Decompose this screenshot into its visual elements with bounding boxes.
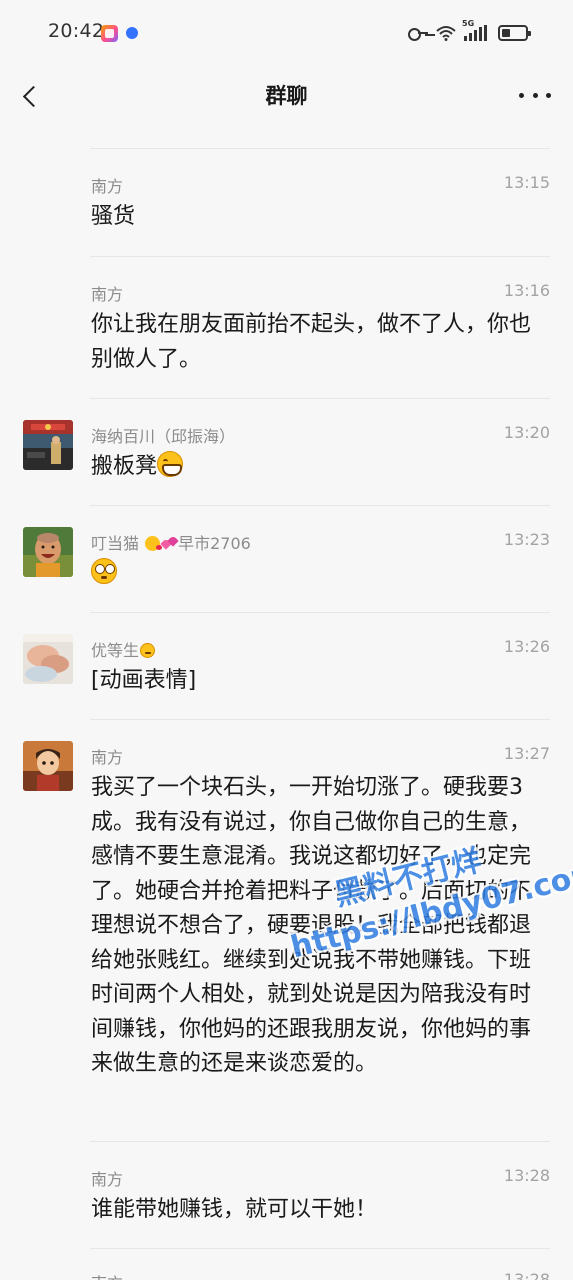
- message-item[interactable]: 南方 13:28: [0, 1266, 573, 1280]
- sender-name: 海纳百川（邱振海）: [91, 427, 236, 446]
- wifi-icon: [435, 25, 457, 41]
- message-time: 13:27: [503, 744, 550, 763]
- status-bar: 20:42 5G: [0, 0, 573, 64]
- nav-bar: 群聊: [0, 64, 573, 128]
- message-text: 搬板凳: [91, 454, 158, 479]
- message-time: 13:26: [503, 637, 550, 656]
- message-text: 你让我在朋友面前抬不起头，做不了人，你也别做人了。: [91, 312, 532, 372]
- message-item[interactable]: 南方 13:28 谁能带她赚钱，就可以干她！: [0, 1161, 573, 1251]
- message-time: 13:16: [503, 281, 550, 300]
- sender-name: 南方: [91, 285, 124, 304]
- battery-icon: [498, 25, 531, 41]
- divider: [90, 505, 550, 506]
- meeting-hall-avatar[interactable]: [23, 420, 73, 470]
- message-time: 13:28: [503, 1166, 550, 1185]
- network-type: 5G: [462, 19, 475, 28]
- divider: [90, 719, 550, 720]
- cartoon-boy-avatar[interactable]: [23, 741, 73, 791]
- app-icon-blue: [126, 27, 138, 39]
- sender-name: 优等生: [91, 641, 140, 660]
- blush-emoji: [140, 643, 156, 658]
- message-time: 13:23: [503, 530, 550, 549]
- message-text: 我买了一个块石头，一开始切涨了。硬我要3成。我有没有说过，你自己做你自己的生意，…: [91, 775, 532, 1076]
- laughing-child-avatar[interactable]: [23, 527, 73, 577]
- more-button[interactable]: [519, 84, 551, 106]
- message-time: 13:28: [503, 1270, 550, 1280]
- message-time: 13:20: [503, 423, 550, 442]
- status-icons: 5G: [408, 19, 531, 44]
- message-item[interactable]: 优等生 13:26 [动画表情]: [0, 632, 573, 722]
- more-icon: [519, 92, 524, 98]
- sender-name: 南方: [91, 748, 124, 767]
- message-text: 骚货: [91, 204, 136, 229]
- app-icon: [101, 25, 118, 42]
- message-text: [动画表情]: [91, 668, 197, 693]
- message-text: 谁能带她赚钱，就可以干她！: [91, 1197, 378, 1222]
- sender-name: 叮当猫: [91, 534, 140, 553]
- message-item[interactable]: 南方 13:27 我买了一个块石头，一开始切涨了。硬我要3成。我有没有说过，你自…: [0, 739, 573, 1139]
- sender-name-row: 优等生: [91, 637, 156, 661]
- divider: [90, 148, 550, 149]
- divider: [90, 1248, 550, 1249]
- staring-face-emoji: [91, 558, 117, 584]
- grin-emoji: [157, 451, 184, 477]
- sender-name: 南方: [91, 1270, 123, 1280]
- key-icon: [408, 27, 428, 41]
- chat-list[interactable]: 南方 13:15 骚货 南方 13:16 你让我在朋友面前抬不起头，做不了人，你…: [0, 128, 573, 1280]
- divider: [90, 1141, 550, 1142]
- divider: [90, 612, 550, 613]
- message-item[interactable]: 南方 13:16 你让我在朋友面前抬不起头，做不了人，你也别做人了。: [0, 276, 573, 396]
- message-item[interactable]: 南方 13:15 骚货: [0, 168, 573, 258]
- message-time: 13:15: [503, 173, 550, 192]
- message-item[interactable]: 海纳百川（邱振海） 13:20 搬板凳: [0, 418, 573, 508]
- sender-name: 南方: [91, 177, 124, 196]
- divider: [90, 398, 550, 399]
- hearts-emoji: [162, 536, 177, 551]
- status-time: 20:42: [48, 20, 105, 42]
- message-content: 搬板凳: [91, 450, 551, 485]
- divider: [90, 256, 550, 257]
- hand-photo-avatar[interactable]: [23, 634, 73, 684]
- sender-name: 南方: [91, 1170, 124, 1189]
- signal-icon: 5G: [462, 19, 487, 41]
- chat-title: 群聊: [265, 84, 308, 108]
- kiss-emoji: [145, 536, 163, 551]
- message-item[interactable]: 叮当猫 早市2706 13:23: [0, 525, 573, 615]
- message-content: [91, 557, 551, 592]
- sender-name-row: 叮当猫 早市2706: [91, 530, 251, 554]
- sender-suffix: 早市2706: [178, 534, 251, 553]
